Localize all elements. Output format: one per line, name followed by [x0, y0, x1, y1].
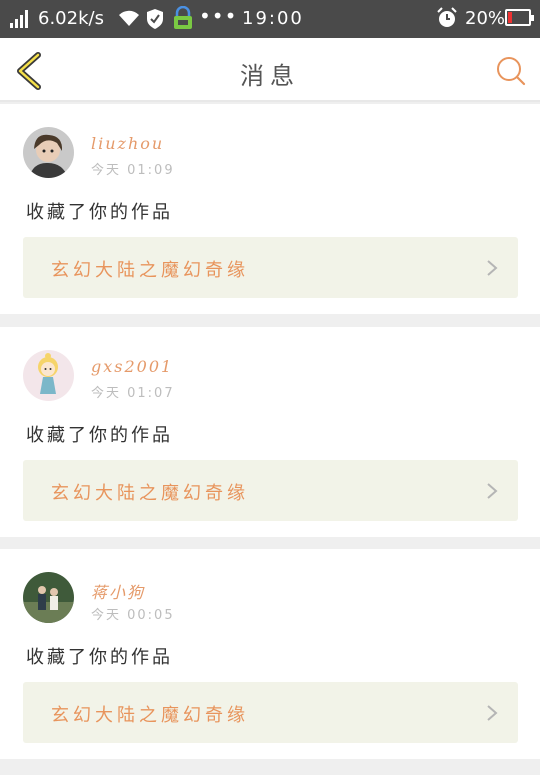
- work-link[interactable]: 玄幻大陆之魔幻奇缘: [23, 682, 518, 743]
- avatar[interactable]: [23, 350, 74, 401]
- message-card: 蒋小狗 今天 00:05 收藏了你的作品 玄幻大陆之魔幻奇缘: [0, 549, 540, 759]
- work-title: 玄幻大陆之魔幻奇缘: [51, 483, 249, 504]
- battery-icon: [505, 9, 534, 26]
- message-action: 收藏了你的作品: [26, 647, 173, 668]
- status-bar: 6.02k/s ••• 19:00 20%: [0, 0, 540, 38]
- message-time: 今天 01:09: [91, 163, 175, 178]
- nav-bar: 消息: [0, 38, 540, 102]
- clock: 19:00: [242, 8, 304, 29]
- message-card: gxs2001 今天 01:07 收藏了你的作品 玄幻大陆之魔幻奇缘: [0, 327, 540, 537]
- message-action: 收藏了你的作品: [26, 202, 173, 223]
- battery-percent: 20%: [465, 8, 506, 29]
- message-time: 今天 01:07: [91, 386, 175, 401]
- avatar[interactable]: [23, 572, 74, 623]
- wifi-icon: [119, 10, 139, 26]
- work-title: 玄幻大陆之魔幻奇缘: [51, 260, 249, 281]
- vpn-lock-icon: [174, 6, 192, 29]
- work-title: 玄幻大陆之魔幻奇缘: [51, 705, 249, 726]
- alarm-icon: [437, 7, 457, 27]
- chevron-right-icon: [487, 260, 498, 276]
- more-notifications-icon: •••: [199, 4, 238, 28]
- chevron-right-icon: [487, 705, 498, 721]
- avatar[interactable]: [23, 127, 74, 178]
- signal-icon: [10, 10, 32, 28]
- network-speed: 6.02k/s: [38, 8, 104, 29]
- username[interactable]: 蒋小狗: [91, 579, 145, 603]
- work-link[interactable]: 玄幻大陆之魔幻奇缘: [23, 237, 518, 298]
- shield-icon: [147, 9, 163, 29]
- message-time: 今天 00:05: [91, 608, 175, 623]
- work-link[interactable]: 玄幻大陆之魔幻奇缘: [23, 460, 518, 521]
- message-card: liuzhou 今天 01:09 收藏了你的作品 玄幻大陆之魔幻奇缘: [0, 104, 540, 314]
- search-icon[interactable]: [495, 55, 527, 87]
- page-title: 消息: [240, 62, 300, 90]
- username[interactable]: gxs2001: [91, 357, 173, 376]
- chevron-right-icon: [487, 483, 498, 499]
- username[interactable]: liuzhou: [91, 134, 164, 153]
- message-action: 收藏了你的作品: [26, 425, 173, 446]
